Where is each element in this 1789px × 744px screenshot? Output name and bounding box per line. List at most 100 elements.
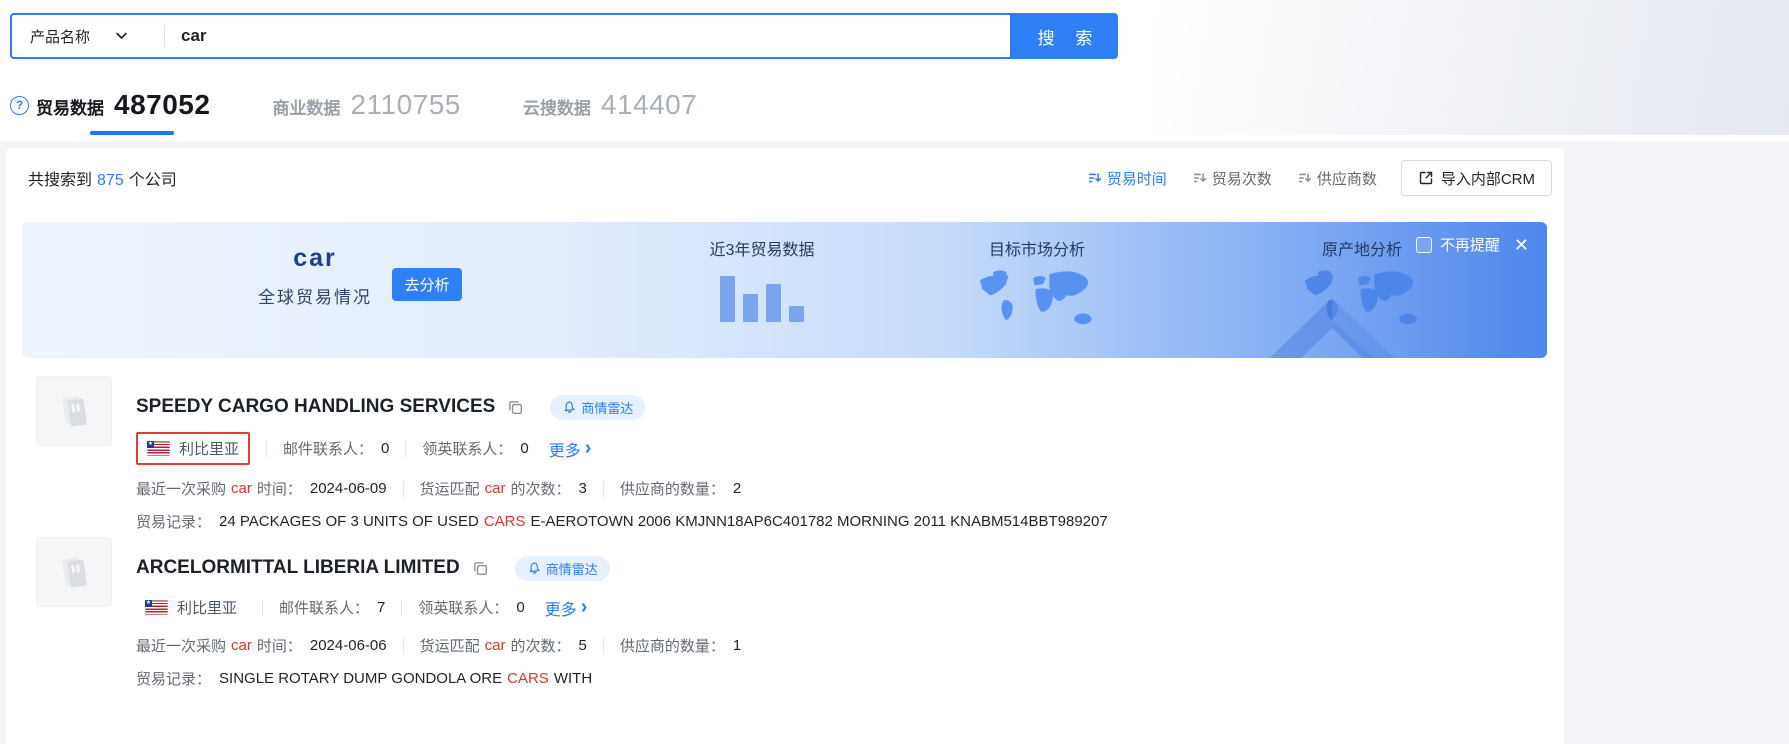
- suppliers-count: 2: [733, 480, 741, 497]
- search-input[interactable]: [165, 15, 1010, 57]
- linkedin-contacts: 领英联系人： 0: [418, 597, 524, 618]
- chevron-right-icon: ›: [581, 597, 588, 617]
- country-tag[interactable]: 利比里亚: [136, 593, 246, 622]
- radar-badge-label: 商情雷达: [581, 398, 633, 417]
- import-crm-button[interactable]: 导入内部CRM: [1401, 160, 1552, 196]
- trade-record-row: 贸易记录： SINGLE ROTARY DUMP GONDOLA ORE CARS…: [136, 668, 1544, 689]
- linkedin-contacts-count: 0: [520, 440, 528, 457]
- results-prefix: 共搜索到: [28, 172, 92, 189]
- company-thumbnail: [36, 376, 112, 446]
- liberia-flag-icon: [145, 600, 168, 615]
- suppliers-label: 供应商的数量：: [620, 635, 725, 656]
- sort-label: 贸易次数: [1212, 168, 1272, 189]
- radar-badge-label: 商情雷达: [546, 559, 598, 578]
- tab-cloud-search-data[interactable]: 云搜数据 414407: [523, 89, 697, 121]
- trade-record-label: 贸易记录：: [136, 511, 211, 532]
- trade-record-text: SINGLE ROTARY DUMP GONDOLA ORECARSWITH: [219, 670, 592, 687]
- divider: [403, 481, 404, 497]
- purchase-meta-row: 最近一次采购 car 时间： 2024-06-06 货运匹配 car 的次数： …: [136, 635, 1544, 656]
- copy-icon[interactable]: [472, 560, 489, 577]
- banner-dismiss: 不再提醒 ✕: [1416, 234, 1529, 255]
- import-crm-label: 导入内部CRM: [1441, 168, 1535, 189]
- mini-bar-chart: [652, 270, 872, 322]
- sort-icon: [1088, 171, 1102, 185]
- divider: [266, 441, 267, 457]
- results-count-text: 共搜索到 875 个公司: [28, 166, 177, 190]
- sort-label: 贸易时间: [1107, 168, 1167, 189]
- tab-trade-data[interactable]: 贸易数据 487052: [36, 89, 210, 121]
- divider: [405, 441, 406, 457]
- search-category-select[interactable]: 产品名称: [12, 15, 164, 57]
- banner-section-target-market: 目标市场分析: [942, 236, 1132, 330]
- promo-banner: car 全球贸易情况 去分析 近3年贸易数据 目标市场分析: [22, 222, 1547, 358]
- divider: [603, 481, 604, 497]
- keyword-highlight: car: [231, 480, 252, 497]
- tab-count: 2110755: [350, 89, 460, 121]
- record-pre: SINGLE ROTARY DUMP GONDOLA ORE: [219, 670, 502, 687]
- analyze-button[interactable]: 去分析: [392, 268, 462, 301]
- company-name[interactable]: SPEEDY CARGO HANDLING SERVICES: [136, 396, 495, 418]
- freight-label-2: 的次数：: [510, 635, 570, 656]
- more-link[interactable]: 更多 ›: [549, 437, 592, 461]
- linkedin-contacts-label: 领英联系人：: [422, 438, 512, 459]
- trade-record-label: 贸易记录：: [136, 668, 211, 689]
- world-map-icon: [957, 268, 1117, 330]
- email-contacts-count: 0: [381, 440, 389, 457]
- country-tag-highlighted[interactable]: 利比里亚: [136, 432, 250, 465]
- email-contacts-label: 邮件联系人：: [283, 438, 373, 459]
- trade-record-row: 贸易记录： 24 PACKAGES OF 3 UNITS OF USEDCARS…: [136, 511, 1544, 532]
- sort-icon: [1193, 171, 1207, 185]
- liberia-flag-icon: [147, 441, 170, 456]
- search-button[interactable]: 搜 索: [1012, 13, 1118, 59]
- sort-trade-time[interactable]: 贸易时间: [1088, 168, 1167, 189]
- data-tabs: ? 贸易数据 487052 商业数据 2110755 云搜数据 414407: [10, 78, 759, 132]
- tab-label: 商业数据: [272, 94, 340, 119]
- freight-label: 货运匹配: [420, 478, 480, 499]
- purchase-label: 最近一次采购: [136, 478, 226, 499]
- freight-label-2: 的次数：: [510, 478, 570, 499]
- tab-count: 487052: [114, 89, 210, 121]
- divider: [403, 638, 404, 654]
- record-pre: 24 PACKAGES OF 3 UNITS OF USED: [219, 513, 479, 530]
- company-name[interactable]: ARCELORMITTAL LIBERIA LIMITED: [136, 557, 460, 579]
- copy-icon[interactable]: [507, 399, 524, 416]
- tab-business-data[interactable]: 商业数据 2110755: [272, 89, 460, 121]
- search-bar: 产品名称: [10, 13, 1012, 59]
- help-question-icon[interactable]: ?: [10, 96, 29, 115]
- keyword-highlight: CARS: [507, 670, 549, 687]
- results-card: 共搜索到 875 个公司 贸易时间 贸易次数 供应商数 导入内部CRM car 全球…: [6, 148, 1564, 744]
- country-name: 利比里亚: [177, 597, 237, 618]
- divider: [603, 638, 604, 654]
- more-label: 更多: [545, 596, 577, 620]
- freight-count: 3: [578, 480, 586, 497]
- company-result-row: SPEEDY CARGO HANDLING SERVICES 商情雷达 利比里亚…: [30, 370, 1544, 530]
- suppliers-label: 供应商的数量：: [620, 478, 725, 499]
- trade-record-text: 24 PACKAGES OF 3 UNITS OF USEDCARSE-AERO…: [219, 513, 1108, 530]
- sort-supplier-count[interactable]: 供应商数: [1298, 168, 1377, 189]
- results-count: 875: [97, 172, 124, 189]
- banner-subtitle: 全球贸易情况: [250, 283, 380, 308]
- dismiss-checkbox[interactable]: [1416, 237, 1432, 253]
- email-contacts-count: 7: [377, 599, 385, 616]
- sort-trade-count[interactable]: 贸易次数: [1193, 168, 1272, 189]
- import-icon: [1418, 170, 1434, 186]
- results-suffix: 个公司: [129, 172, 177, 189]
- tab-label: 贸易数据: [36, 94, 104, 119]
- divider: [262, 600, 263, 616]
- radar-badge[interactable]: 商情雷达: [550, 395, 645, 420]
- linkedin-contacts-count: 0: [516, 599, 524, 616]
- linkedin-contacts: 领英联系人： 0: [422, 438, 528, 459]
- purchase-label-2: 时间：: [257, 478, 302, 499]
- close-icon[interactable]: ✕: [1514, 236, 1529, 254]
- more-link[interactable]: 更多 ›: [545, 596, 588, 620]
- banner-section-title: 近3年贸易数据: [652, 236, 872, 260]
- purchase-date: 2024-06-09: [310, 480, 387, 497]
- dismiss-label: 不再提醒: [1440, 234, 1500, 255]
- banner-keyword-block: car 全球贸易情况: [250, 244, 380, 308]
- freight-count: 5: [578, 637, 586, 654]
- linkedin-contacts-label: 领英联系人：: [418, 597, 508, 618]
- banner-section-trade-3y: 近3年贸易数据: [652, 236, 872, 322]
- sort-controls: 贸易时间 贸易次数 供应商数: [1088, 168, 1377, 189]
- purchase-label: 最近一次采购: [136, 635, 226, 656]
- radar-badge[interactable]: 商情雷达: [515, 556, 610, 581]
